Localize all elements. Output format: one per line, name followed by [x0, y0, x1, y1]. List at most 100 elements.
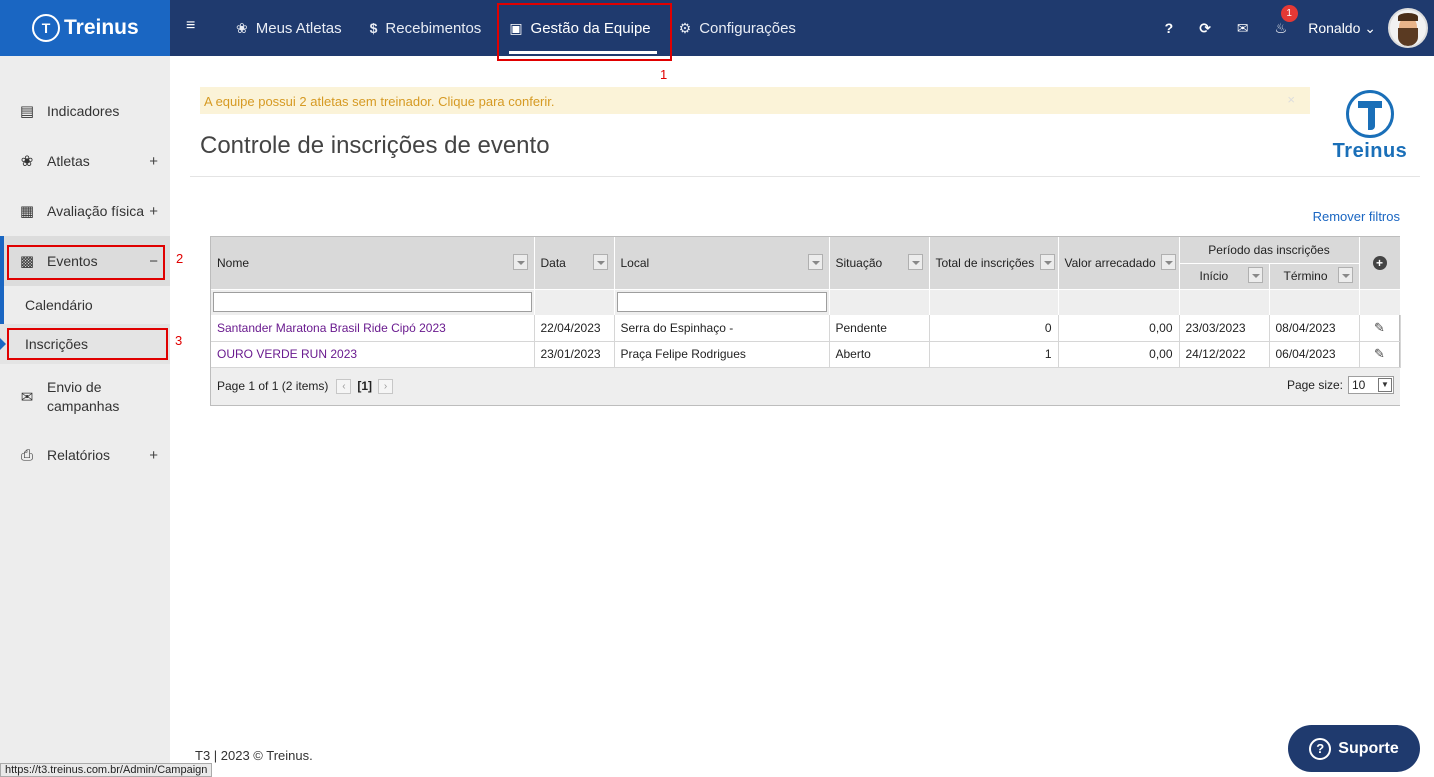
warning-alert[interactable]: A equipe possui 2 atletas sem treinador.… [200, 87, 1310, 114]
prev-page-icon[interactable]: ‹ [336, 378, 352, 394]
column-header-termino[interactable]: Término [1269, 263, 1360, 290]
chart-icon: ▤ [19, 103, 35, 120]
sidebar-item-label: Indicadores [47, 103, 120, 119]
bell-icon[interactable]: ♨ 1 [1275, 4, 1298, 37]
question-icon: ? [1309, 737, 1332, 760]
expand-icon[interactable]: + [149, 153, 158, 170]
sidebar-item-atletas[interactable]: ❀ Atletas + [0, 149, 170, 173]
page-size-select[interactable]: 10 ▼ [1348, 376, 1394, 394]
edit-pencil-icon[interactable]: ✎ [1374, 320, 1385, 336]
filter-dropdown-icon[interactable] [907, 253, 923, 270]
expand-icon[interactable]: + [149, 447, 158, 464]
table-row: OURO VERDE RUN 2023 23/01/2023 Praça Fel… [211, 341, 1401, 368]
page-size-value: 10 [1352, 378, 1366, 392]
header-label: Local [620, 255, 650, 270]
filter-dropdown-icon[interactable] [512, 253, 528, 270]
event-name-link[interactable]: OURO VERDE RUN 2023 [211, 341, 535, 368]
help-icon[interactable]: ? [1165, 20, 1174, 36]
add-row-button[interactable]: + [1359, 237, 1401, 290]
cell-valor: 0,00 [1058, 341, 1180, 368]
envelope-icon[interactable]: ✉ [1237, 20, 1249, 37]
treinus-logo-icon: T [32, 14, 60, 42]
sidebar-item-label: Avaliação física [47, 203, 145, 219]
filter-dropdown-icon[interactable] [1337, 267, 1353, 283]
header-label: Data [540, 255, 566, 270]
close-icon[interactable]: × [1287, 92, 1295, 107]
column-header-data[interactable]: Data [534, 237, 615, 290]
filter-cell-data [534, 289, 615, 315]
filter-input-local[interactable] [616, 292, 827, 313]
filter-cell-nome [211, 289, 535, 315]
top-right-actions: ? ⟳ ✉ ♨ 1 Ronaldo ⌄ [1152, 0, 1434, 56]
envelope-icon: ✉ [20, 389, 34, 406]
column-header-valor[interactable]: Valor arrecadado [1058, 237, 1180, 290]
current-page[interactable]: [1] [357, 379, 372, 393]
cell-termino: 06/04/2023 [1269, 341, 1360, 368]
filter-dropdown-icon[interactable] [592, 253, 608, 270]
page-size-label: Page size: [1286, 378, 1343, 392]
header-label: Situação [835, 255, 883, 270]
column-header-total[interactable]: Total de inscrições [929, 237, 1059, 290]
brand-name: Treinus [64, 16, 139, 39]
cell-actions: ✎ [1359, 315, 1401, 342]
medal-icon: ❀ [236, 19, 248, 36]
filter-dropdown-icon[interactable] [1039, 253, 1055, 270]
nav-label: Configurações [699, 19, 796, 37]
page-size: Page size: 10 ▼ [1287, 376, 1394, 394]
sidebar-item-campanhas[interactable]: ✉ Envio de campanhas [0, 378, 170, 416]
cell-inicio: 24/12/2022 [1179, 341, 1270, 368]
filter-dropdown-icon[interactable] [1160, 253, 1176, 270]
events-grid: Nome Data Local Situação Total de inscri… [210, 236, 1401, 406]
cell-local: Praça Felipe Rodrigues [614, 341, 830, 368]
filter-input-nome[interactable] [213, 292, 532, 313]
event-name-link[interactable]: Santander Maratona Brasil Ride Cipó 2023 [211, 315, 535, 342]
filter-cell-total [929, 289, 1059, 315]
remove-filters-link[interactable]: Remover filtros [1313, 209, 1400, 224]
column-header-situacao[interactable]: Situação [829, 237, 930, 290]
annotation-box-1 [497, 3, 672, 61]
annotation-number-3: 3 [175, 333, 183, 348]
menu-toggle-icon[interactable]: ≡ [186, 17, 195, 35]
page-title: Controle de inscrições de evento [200, 132, 550, 159]
column-header-inicio[interactable]: Início [1179, 263, 1270, 290]
filter-dropdown-icon[interactable] [807, 253, 823, 270]
ruler-icon: ▦ [19, 203, 35, 220]
sidebar-subitem-calendario[interactable]: Calendário [0, 286, 170, 324]
header-label: Nome [217, 255, 250, 270]
pager-bar: Page 1 of 1 (2 items) ‹ [1] › Page size:… [211, 366, 1400, 405]
header-label: Valor arrecadado [1064, 255, 1156, 270]
nav-recebimentos[interactable]: $ Recebimentos [356, 0, 496, 56]
column-header-local[interactable]: Local [614, 237, 830, 290]
nav-meus-atletas[interactable]: ❀ Meus Atletas [222, 0, 356, 56]
user-menu[interactable]: Ronaldo ⌄ [1308, 20, 1376, 37]
sidebar-item-avaliacao[interactable]: ▦ Avaliação física + [0, 199, 170, 223]
annotation-number-2: 2 [176, 251, 184, 266]
column-header-periodo: Período das inscrições [1179, 237, 1360, 264]
brand-logo[interactable]: T Treinus [0, 0, 170, 56]
cell-data: 22/04/2023 [534, 315, 615, 342]
expand-icon[interactable]: + [149, 203, 158, 220]
next-page-icon[interactable]: › [378, 378, 394, 394]
cell-actions: ✎ [1359, 341, 1401, 368]
cell-situacao: Aberto [829, 341, 930, 368]
filter-dropdown-icon[interactable] [1247, 267, 1263, 283]
alert-text: A equipe possui 2 atletas sem treinador.… [204, 94, 555, 109]
top-navbar: T Treinus ≡ ❀ Meus Atletas $ Recebimento… [0, 0, 1434, 56]
nav-label: Meus Atletas [255, 19, 342, 37]
support-button[interactable]: ? Suporte [1288, 725, 1420, 772]
sidebar-item-relatorios[interactable]: ⎙ Relatórios + [0, 443, 170, 467]
sidebar-item-indicadores[interactable]: ▤ Indicadores [0, 99, 170, 123]
cell-situacao: Pendente [829, 315, 930, 342]
brand-logo-text: Treinus [1332, 140, 1408, 162]
avatar[interactable] [1388, 8, 1428, 48]
footer: T3 | 2023 © Treinus. [195, 748, 313, 763]
nav-configuracoes[interactable]: ⚙ Configurações [665, 0, 810, 56]
sidebar-item-label: Envio de campanhas [47, 379, 120, 414]
table-row: Santander Maratona Brasil Ride Cipó 2023… [211, 315, 1401, 342]
sync-icon[interactable]: ⟳ [1199, 20, 1211, 37]
column-header-nome[interactable]: Nome [211, 237, 535, 290]
filter-cell-situacao [829, 289, 930, 315]
header-label: Total de inscrições [935, 255, 1035, 270]
edit-pencil-icon[interactable]: ✎ [1374, 346, 1385, 362]
cell-local: Serra do Espinhaço - [614, 315, 830, 342]
